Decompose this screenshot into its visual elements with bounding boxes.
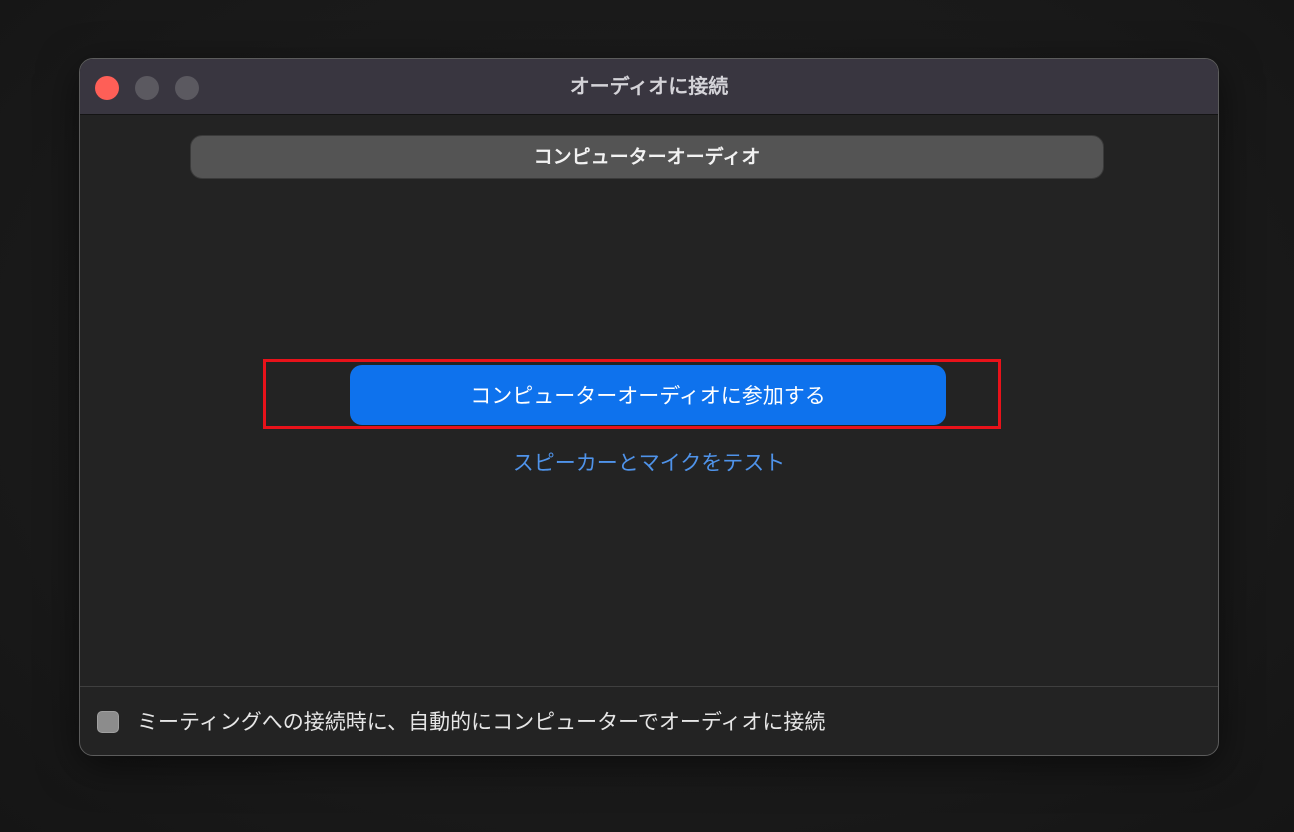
window-title: オーディオに接続 — [569, 74, 729, 98]
test-speaker-mic-link[interactable]: スピーカーとマイクをテスト — [80, 447, 1218, 477]
auto-join-checkbox-label[interactable]: ミーティングへの接続時に、自動的にコンピューターでオーディオに接続 — [137, 707, 825, 737]
tab-computer-audio-label: コンピューターオーディオ — [533, 146, 761, 168]
title-bar: オーディオに接続 — [80, 59, 1218, 115]
tab-computer-audio[interactable]: コンピューターオーディオ — [190, 135, 1104, 179]
dialog-footer: ミーティングへの接続時に、自動的にコンピューターでオーディオに接続 — [80, 686, 1218, 755]
join-computer-audio-button[interactable]: コンピューターオーディオに参加する — [350, 365, 946, 425]
audio-connect-dialog: オーディオに接続 コンピューターオーディオ コンピューターオーディオに参加する … — [79, 58, 1219, 756]
auto-join-checkbox[interactable] — [97, 711, 119, 733]
